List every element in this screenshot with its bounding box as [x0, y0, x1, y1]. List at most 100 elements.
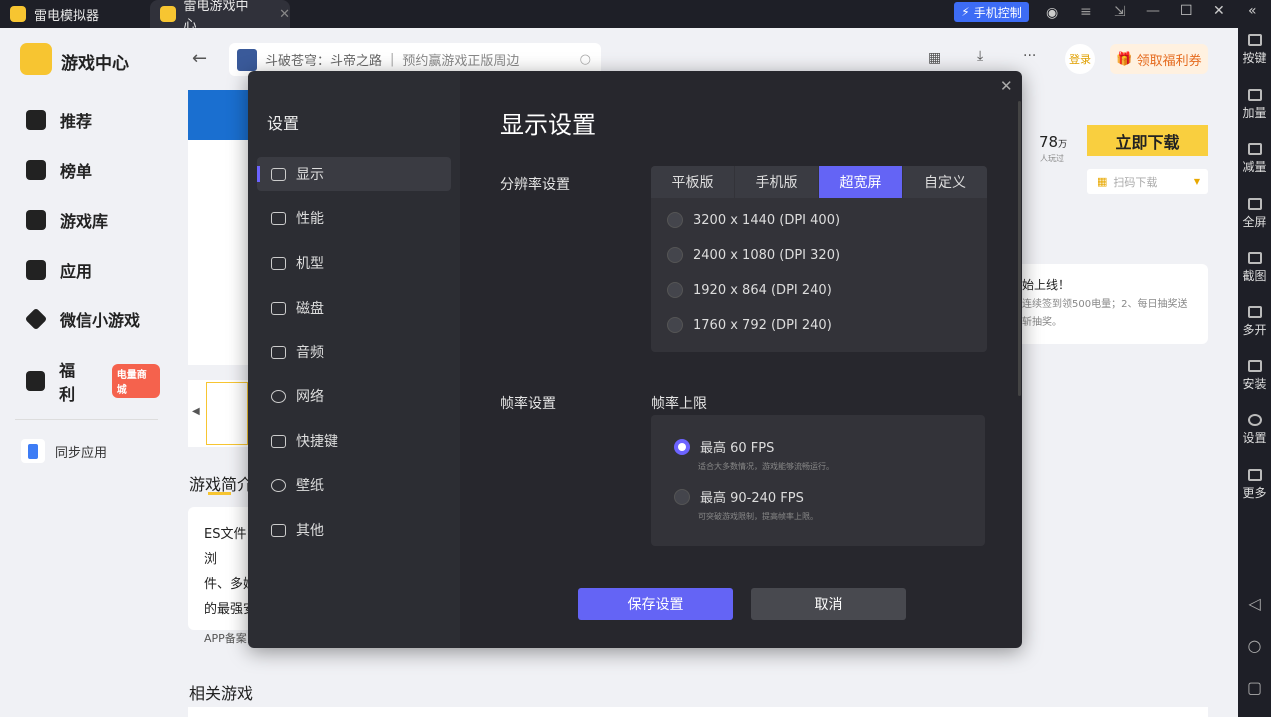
settings-menu-performance[interactable]: 性能 [257, 201, 451, 235]
download-icon[interactable]: ⤓ [977, 48, 983, 64]
account-icon[interactable]: ◉ [1046, 5, 1058, 21]
nav-label: 游戏库 [60, 212, 109, 231]
prev-thumbnail-icon[interactable]: ◀ [192, 406, 200, 417]
toolbar-label: 截图 [1242, 269, 1267, 283]
maximize-icon[interactable]: ☐ [1180, 3, 1193, 19]
fps-option-60[interactable]: 最高 60 FPS [674, 437, 774, 456]
tab-custom[interactable]: 自定义 [903, 166, 987, 198]
option-label: 1760 x 792 (DPI 240) [693, 317, 832, 333]
option-desc: 适合大多数情况，游戏能够流畅运行。 [698, 462, 834, 471]
game-center-logo-icon [20, 43, 52, 75]
fps-panel: 最高 60 FPS 适合大多数情况，游戏能够流畅运行。 最高 90-240 FP… [651, 415, 985, 546]
resolution-option[interactable]: 3200 x 1440 (DPI 400) [667, 212, 840, 228]
phone-control-button[interactable]: ⚡ 手机控制 [954, 2, 1029, 22]
toolbar-volume-down[interactable]: 减量 [1238, 143, 1271, 175]
cancel-button[interactable]: 取消 [751, 588, 906, 620]
volume-down-icon [1247, 143, 1262, 155]
search-icon[interactable]: ○ [580, 52, 591, 67]
menu-label: 网络 [296, 389, 324, 405]
audio-icon [271, 345, 286, 359]
settings-menu-other[interactable]: 其他 [257, 513, 451, 547]
sidebar-item-library[interactable]: 游戏库 [26, 208, 108, 232]
emulator-logo-icon [10, 6, 26, 22]
coupon-button[interactable]: 🎁 领取福利券 [1110, 44, 1208, 74]
lightning-icon: ⚡ [961, 5, 970, 19]
apk-icon [1247, 360, 1262, 372]
login-button[interactable]: 登录 [1065, 44, 1095, 74]
tab-label: 雷电模拟器 [34, 8, 100, 24]
monitor-icon [271, 167, 286, 181]
resolution-panel: 平板版 手机版 超宽屏 自定义 3200 x 1440 (DPI 400) 24… [651, 166, 987, 352]
title-bar: 雷电模拟器 雷电游戏中心 ✕ ⚡ 手机控制 ◉ ≡ ⇲ — ☐ ✕ « [0, 0, 1271, 33]
settings-menu-network[interactable]: 网络 [257, 379, 451, 413]
fps-label: 帧率设置 [500, 396, 556, 412]
sidebar-item-welfare[interactable]: 福利 电量商城 [26, 357, 160, 405]
tab-tablet[interactable]: 平板版 [651, 166, 734, 198]
thumbnail-strip: ◀ [188, 380, 248, 447]
settings-menu-disk[interactable]: 磁盘 [257, 291, 451, 325]
device-icon [271, 256, 286, 270]
fps-option-240[interactable]: 最高 90-240 FPS [674, 487, 804, 506]
download-now-button[interactable]: 立即下载 [1087, 125, 1208, 156]
toolbar-multi[interactable]: 多开 [1238, 306, 1271, 338]
collapse-icon[interactable]: « [1248, 3, 1257, 19]
toolbar-keys[interactable]: 按键 [1238, 34, 1271, 66]
sidebar-item-ranking[interactable]: 榜单 [26, 158, 92, 182]
toolbar-volume-up[interactable]: 加量 [1238, 89, 1271, 121]
menu-label: 磁盘 [296, 301, 324, 317]
menu-icon[interactable]: ≡ [1080, 4, 1092, 20]
sidebar-item-recommend[interactable]: 推荐 [26, 108, 92, 132]
resolution-option[interactable]: 2400 x 1080 (DPI 320) [667, 247, 840, 263]
recents-icon[interactable]: ▢ [1238, 678, 1271, 697]
close-tab-icon[interactable]: ✕ [279, 7, 290, 22]
toolbar-settings[interactable]: 设置 [1238, 414, 1271, 446]
sidebar-item-apps[interactable]: 应用 [26, 258, 92, 282]
tab-phone[interactable]: 手机版 [735, 166, 818, 198]
toolbar-label: 安装 [1242, 377, 1267, 391]
settings-dialog: 设置 显示 性能 机型 磁盘 音频 网络 快捷键 壁纸 其他 ✕ 显示设置 分辨… [248, 71, 1022, 648]
resolution-option[interactable]: 1920 x 864 (DPI 240) [667, 282, 832, 298]
toolbar-label: 减量 [1242, 160, 1267, 174]
tab-emulator[interactable]: 雷电模拟器 [0, 0, 148, 28]
sidebar: 游戏中心 推荐 榜单 游戏库 应用 微信小游戏 福利 电量商城 同步应用 [0, 28, 160, 717]
qr-download-dropdown[interactable]: ▦ 扫码下载 ▼ [1087, 169, 1208, 194]
minimize-icon[interactable]: — [1146, 3, 1160, 19]
sync-apps-button[interactable]: 同步应用 [21, 439, 107, 463]
close-dialog-icon[interactable]: ✕ [1000, 77, 1013, 95]
diamond-icon [24, 307, 48, 331]
notice-card: 始上线！ 连续签到领500电量；2、每日抽奖送 斩抽奖。 [1010, 264, 1208, 344]
grid-icon [271, 523, 286, 537]
multi-instance-icon [1247, 306, 1262, 318]
toolbar-install[interactable]: 安装 [1238, 360, 1271, 392]
back-icon[interactable]: ◁ [1238, 594, 1271, 613]
toolbar-screenshot[interactable]: 截图 [1238, 252, 1271, 284]
save-settings-button[interactable]: 保存设置 [578, 588, 733, 620]
toolbar-more[interactable]: 更多 [1238, 469, 1271, 501]
toolbar-fullscreen[interactable]: 全屏 [1238, 198, 1271, 230]
settings-menu-shortcuts[interactable]: 快捷键 [257, 424, 451, 458]
settings-menu-model[interactable]: 机型 [257, 246, 451, 280]
more-icon[interactable]: ··· [1023, 48, 1036, 64]
calendar-icon[interactable]: ▦ [928, 50, 941, 66]
scrollbar[interactable] [1018, 101, 1021, 396]
phone-control-label: 手机控制 [973, 5, 1022, 20]
home-icon[interactable]: ○ [1238, 636, 1271, 655]
notice-line: 斩抽奖。 [1022, 317, 1062, 328]
settings-menu-wallpaper[interactable]: 壁纸 [257, 468, 451, 502]
gift-icon: 🎁 [1116, 51, 1133, 67]
tab-ultrawide[interactable]: 超宽屏 [819, 166, 902, 198]
settings-menu-display[interactable]: 显示 [257, 157, 451, 191]
radio-icon [667, 212, 683, 228]
back-arrow-icon[interactable]: ← [192, 48, 207, 69]
sidebar-item-wechat-games[interactable]: 微信小游戏 [24, 307, 140, 331]
settings-title: 设置 [267, 114, 300, 133]
settings-menu-audio[interactable]: 音频 [257, 335, 451, 369]
nav-label: 推荐 [60, 112, 93, 131]
tab-game-center[interactable]: 雷电游戏中心 ✕ [150, 0, 290, 33]
close-window-icon[interactable]: ✕ [1213, 3, 1225, 19]
toolbar-label: 全屏 [1242, 215, 1267, 229]
pin-icon[interactable]: ⇲ [1114, 4, 1126, 20]
resolution-option[interactable]: 1760 x 792 (DPI 240) [667, 317, 832, 333]
fullscreen-icon [1247, 198, 1262, 210]
game-thumbnail-icon [237, 48, 257, 71]
